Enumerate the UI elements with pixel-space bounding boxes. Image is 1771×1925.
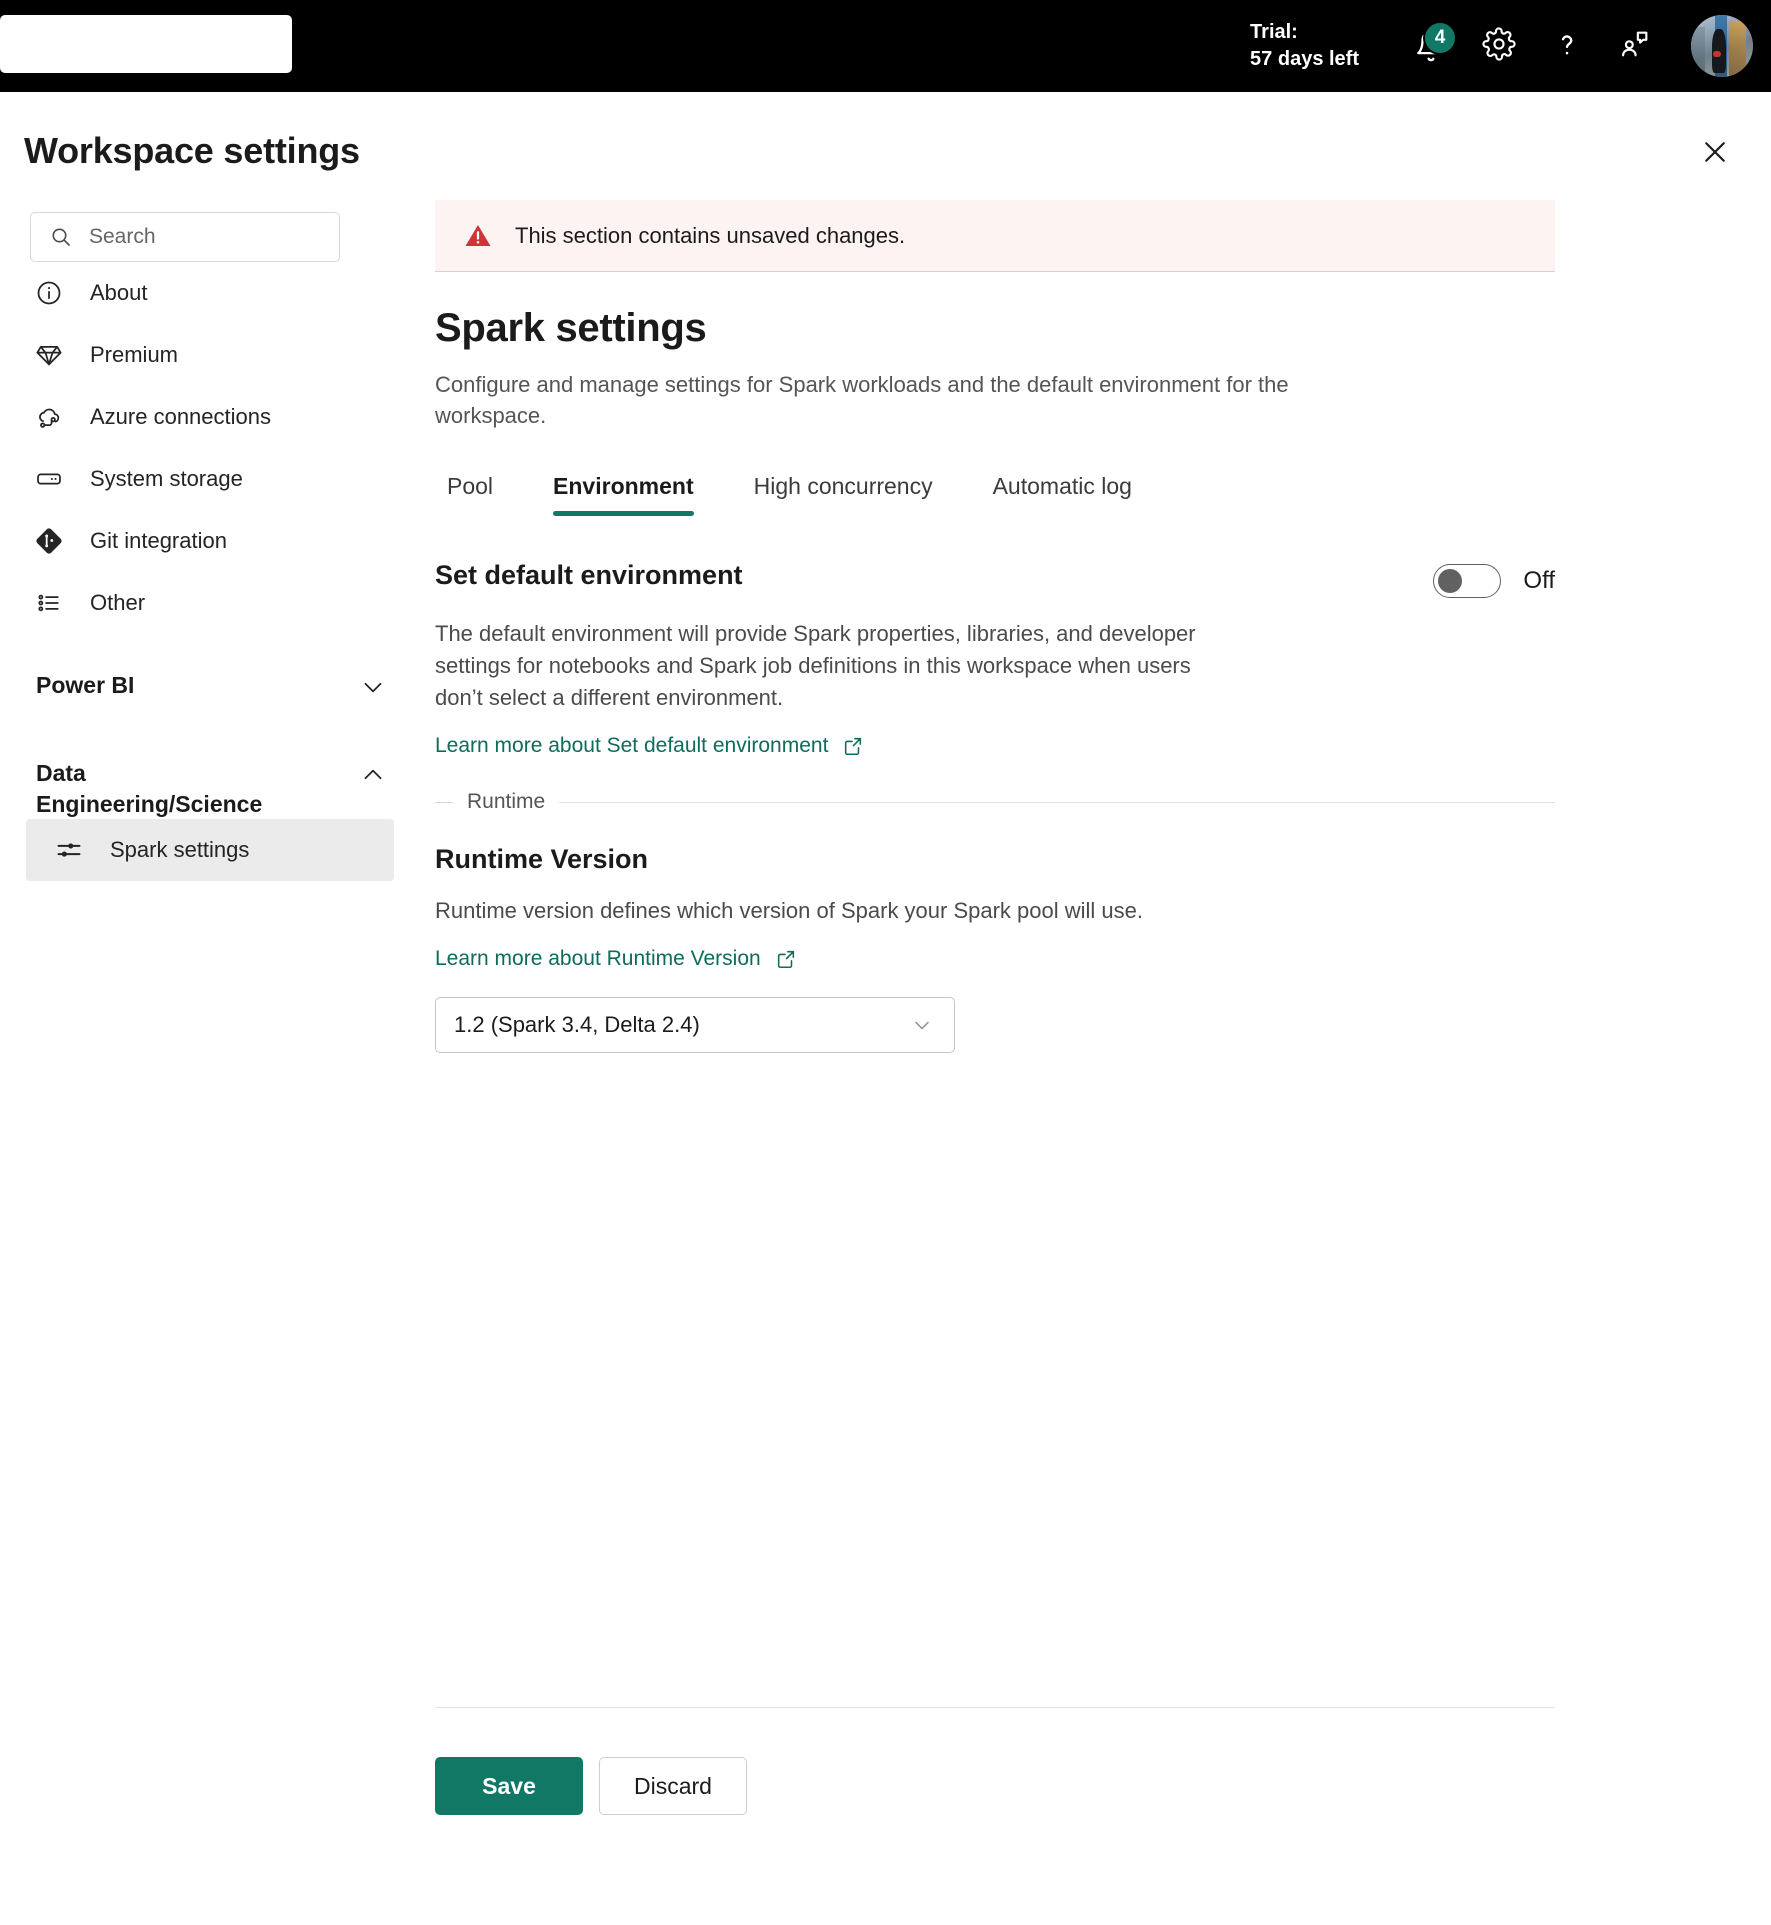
sidebar-group-label: Power BI [36,672,135,698]
warning-triangle-icon [463,221,493,251]
sliders-icon [54,835,84,865]
set-default-environment-toggle[interactable] [1433,564,1502,599]
set-default-environment-row: Set default environment Off [435,560,1555,599]
tab-high-concurrency[interactable]: High concurrency [724,473,963,516]
top-navigation-bar: Trial: 57 days left 4 [0,0,1771,92]
sidebar-group-data-engineering-science[interactable]: Data Engineering/Science [0,754,420,819]
info-circle-icon [34,278,64,308]
close-icon [1700,137,1730,172]
sidebar-item-label: System storage [90,466,243,491]
notifications-button[interactable]: 4 [1397,12,1465,80]
sidebar-item-git-integration[interactable]: Git integration [0,510,420,572]
set-default-environment-toggle-group: Off [1433,564,1555,599]
tab-environment[interactable]: Environment [523,473,724,517]
external-link-icon [775,948,797,970]
footer-divider [435,1707,1555,1708]
sidebar-item-system-storage[interactable]: System storage [0,448,420,510]
chevron-down-icon [360,666,386,706]
settings-button[interactable] [1465,12,1533,80]
learn-more-label: Learn more about Runtime Version [435,947,761,971]
trial-label: Trial: [1250,21,1298,43]
sidebar-nav-list: About Premium Azure connections System s… [0,262,420,882]
save-button[interactable]: Save [435,1757,583,1815]
sidebar-search[interactable] [30,212,340,262]
question-mark-icon [1550,27,1584,66]
gear-icon [1482,26,1516,66]
sidebar-item-label: Other [90,590,146,615]
tab-pool[interactable]: Pool [435,473,523,516]
storage-icon [34,464,64,494]
sidebar-item-azure-connections[interactable]: Azure connections [0,386,420,448]
sidebar-item-about[interactable]: About [0,262,420,324]
settings-content: This section contains unsaved changes. S… [435,200,1565,1054]
trial-status: Trial: 57 days left [1250,19,1359,73]
search-input[interactable] [87,224,307,250]
learn-more-runtime-version-link[interactable]: Learn more about Runtime Version [435,947,797,971]
topbar-actions: Trial: 57 days left 4 [1250,0,1753,92]
runtime-version-description: Runtime version defines which version of… [435,898,1143,924]
git-icon [34,526,64,556]
sidebar-item-label: Premium [90,342,179,367]
learn-more-default-environment-link[interactable]: Learn more about Set default environment [435,734,864,758]
section-description: Configure and manage settings for Spark … [435,372,1289,429]
banner-text: This section contains unsaved changes. [515,222,906,248]
close-button[interactable] [1689,128,1741,180]
toggle-knob [1438,569,1463,594]
chevron-down-icon [910,1013,934,1037]
trial-days-left: 57 days left [1250,48,1359,70]
toggle-state-label: Off [1523,567,1555,595]
sidebar-item-premium[interactable]: Premium [0,324,420,386]
runtime-section-divider: Runtime [435,790,1555,814]
external-link-icon [842,735,864,757]
diamond-icon [34,340,64,370]
list-icon [34,588,64,618]
discard-button[interactable]: Discard [599,1757,747,1815]
sidebar-group-label: Data Engineering/Science [36,760,263,817]
learn-more-label: Learn more about Set default environment [435,734,829,758]
sidebar-item-label: Git integration [90,528,227,553]
sidebar-item-label: Azure connections [90,404,271,429]
settings-sidebar: About Premium Azure connections [0,200,420,1925]
chevron-up-icon [360,754,386,794]
user-avatar[interactable] [1691,15,1753,77]
page-title: Workspace settings [24,130,360,171]
unsaved-changes-banner: This section contains unsaved changes. [435,200,1555,272]
set-default-environment-description: The default environment will provide Spa… [435,621,1196,711]
runtime-version-dropdown[interactable]: 1.2 (Spark 3.4, Delta 2.4) [435,997,955,1054]
search-icon [49,225,73,249]
footer-actions: Save Discard [435,1757,747,1815]
runtime-version-selected-value: 1.2 (Spark 3.4, Delta 2.4) [454,1012,700,1038]
section-heading: Spark settings [435,306,707,350]
sidebar-item-label: About [90,280,148,305]
bell-icon: 4 [1397,12,1465,80]
cloud-link-icon [34,402,64,432]
tab-automatic-log[interactable]: Automatic log [963,473,1162,516]
runtime-divider-label: Runtime [467,790,546,814]
sidebar-item-spark-settings[interactable]: Spark settings [26,819,394,882]
sidebar-item-other[interactable]: Other [0,572,420,634]
set-default-environment-label: Set default environment [435,560,743,591]
global-search-box[interactable] [0,15,292,73]
help-button[interactable] [1533,12,1601,80]
sidebar-group-power-bi[interactable]: Power BI [0,666,420,722]
feedback-icon [1618,27,1652,66]
notification-count-badge: 4 [1423,21,1457,55]
sidebar-subitem-label: Spark settings [110,837,250,863]
settings-tabs: Pool Environment High concurrency Automa… [435,473,1565,517]
runtime-version-heading: Runtime Version [435,844,649,875]
feedback-button[interactable] [1601,12,1669,80]
